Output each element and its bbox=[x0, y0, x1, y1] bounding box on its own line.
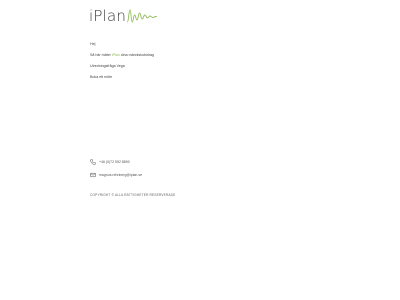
contact-email-row: magnus.rehnberg@iplan.se bbox=[90, 171, 142, 179]
menu-item-boka[interactable]: Boka ett möte bbox=[90, 75, 154, 80]
contact-phone-row: +46 (0)72 552 8890 bbox=[90, 158, 142, 166]
menu-item-mater-accent: iPlan bbox=[111, 53, 120, 57]
page: iPlan Hej Så här mäter iPlan dina männis… bbox=[0, 0, 400, 300]
contact-block: +46 (0)72 552 8890 magnus.rehnberg@iplan… bbox=[90, 158, 142, 184]
menu-item-mater-text-2: dina människobidrag bbox=[119, 53, 154, 57]
menu-item-utredning[interactable]: Utredningsfråga Vega bbox=[90, 64, 154, 69]
menu-item-mater-text-1: Så här mäter bbox=[90, 53, 112, 57]
logo-text: iPlan bbox=[89, 7, 127, 25]
logo-squiggle-icon bbox=[127, 9, 158, 23]
email-link[interactable]: magnus.rehnberg@iplan.se bbox=[99, 173, 142, 177]
main-menu: Hej Så här mäter iPlan dina människobidr… bbox=[90, 42, 154, 80]
menu-item-mater[interactable]: Så här mäter iPlan dina människobidrag bbox=[90, 53, 154, 58]
mail-icon bbox=[90, 172, 96, 178]
phone-icon bbox=[90, 159, 96, 165]
copyright-text: COPYRIGHT © ALLA RÄTTIGHETER RESERVERADE bbox=[90, 193, 176, 197]
logo-link[interactable]: iPlan bbox=[89, 7, 158, 25]
phone-link[interactable]: +46 (0)72 552 8890 bbox=[99, 160, 130, 164]
menu-item-hej[interactable]: Hej bbox=[90, 42, 154, 47]
